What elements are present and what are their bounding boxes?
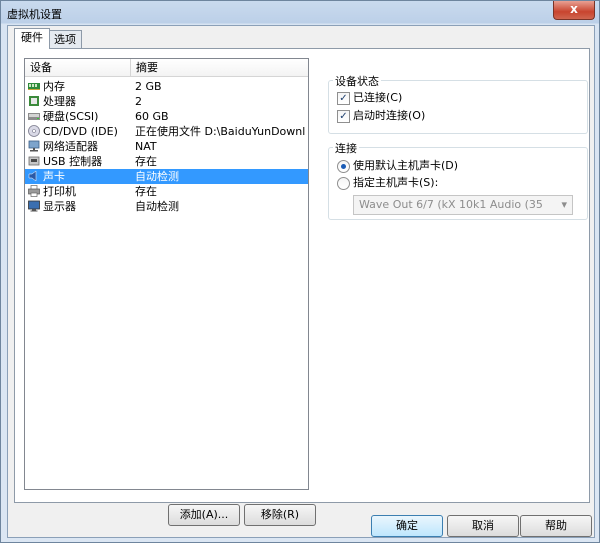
device-name: CD/DVD (IDE) (43, 125, 118, 138)
host-sound-card-value: Wave Out 6/7 (kX 10k1 Audio (35 (359, 198, 543, 211)
device-row-printer[interactable]: 打印机 存在 (25, 184, 308, 199)
device-summary: 自动检测 (135, 200, 179, 213)
column-header-device[interactable]: 设备 (25, 59, 131, 77)
title-bar[interactable]: 虚拟机设置 x (1, 1, 599, 25)
cd-dvd-icon (28, 125, 40, 137)
device-name: 打印机 (43, 185, 76, 198)
display-icon (28, 200, 40, 212)
device-name: 网络适配器 (43, 140, 98, 153)
device-status-group: 设备状态 ✓ 已连接(C) ✓ 启动时连接(O) (328, 73, 588, 134)
chevron-down-icon[interactable]: ▾ (561, 196, 567, 214)
add-button[interactable]: 添加(A)... (168, 504, 240, 526)
hardware-panel: 设备 摘要 内存 2 GB 处理器 2 硬盘(SCSI) 60 GB CD/DV… (14, 48, 590, 526)
tab-options[interactable]: 选项 (48, 30, 82, 49)
hard-disk-icon (28, 113, 40, 120)
device-summary: 存在 (135, 155, 157, 168)
device-row-sound-card[interactable]: 声卡 自动检测 (25, 169, 308, 184)
device-status-title: 设备状态 (333, 73, 381, 89)
device-row-memory[interactable]: 内存 2 GB (25, 79, 308, 94)
window-title: 虚拟机设置 (7, 8, 62, 21)
column-header-summary[interactable]: 摘要 (131, 59, 308, 77)
device-list[interactable]: 设备 摘要 内存 2 GB 处理器 2 硬盘(SCSI) 60 GB CD/DV… (24, 58, 309, 490)
processor-icon (29, 96, 39, 106)
device-summary: 正在使用文件 D:\BaiduYunDownloa... (135, 125, 305, 138)
device-summary: 2 GB (135, 80, 162, 93)
connected-label: 已连接(C) (353, 91, 403, 104)
close-icon[interactable]: x (570, 2, 578, 16)
device-summary: 自动检测 (135, 170, 179, 183)
radio-icon[interactable] (337, 160, 350, 173)
network-adapter-icon (28, 140, 40, 152)
device-name: 处理器 (43, 95, 76, 108)
settings-window: 虚拟机设置 x 硬件 选项 设备 摘要 内存 2 GB 处理器 2 硬盘(SCS… (0, 0, 600, 543)
checkbox-check-icon[interactable]: ✓ (337, 110, 350, 123)
connection-title: 连接 (333, 140, 359, 156)
device-row-network-adapter[interactable]: 网络适配器 NAT (25, 139, 308, 154)
device-name: 显示器 (43, 200, 76, 213)
device-name: 声卡 (43, 170, 65, 183)
printer-icon (28, 185, 40, 197)
connect-at-power-on-label: 启动时连接(O) (353, 109, 426, 122)
close-button[interactable]: x (553, 1, 595, 20)
device-summary: 2 (135, 95, 142, 108)
use-default-sound-card-label: 使用默认主机声卡(D) (353, 159, 459, 172)
device-name: USB 控制器 (43, 155, 103, 168)
tab-options-label: 选项 (54, 33, 76, 46)
ok-button[interactable]: 确定 (371, 515, 443, 537)
device-row-cd-dvd[interactable]: CD/DVD (IDE) 正在使用文件 D:\BaiduYunDownloa..… (25, 124, 308, 139)
device-row-display[interactable]: 显示器 自动检测 (25, 199, 308, 214)
usb-controller-icon (28, 156, 40, 166)
remove-button[interactable]: 移除(R) (244, 504, 316, 526)
cancel-button[interactable]: 取消 (447, 515, 519, 537)
checkbox-check-icon[interactable]: ✓ (337, 92, 350, 105)
device-row-hard-disk[interactable]: 硬盘(SCSI) 60 GB (25, 109, 308, 124)
memory-icon (28, 83, 40, 90)
device-summary: 60 GB (135, 110, 169, 123)
device-name: 内存 (43, 80, 65, 93)
device-row-usb-controller[interactable]: USB 控制器 存在 (25, 154, 308, 169)
device-summary: 存在 (135, 185, 157, 198)
radio-icon[interactable] (337, 177, 350, 190)
dialog-client: 硬件 选项 设备 摘要 内存 2 GB 处理器 2 硬盘(SCSI) 60 GB… (7, 25, 595, 538)
host-sound-card-select[interactable]: Wave Out 6/7 (kX 10k1 Audio (35 ▾ (353, 195, 573, 215)
connection-group: 连接 使用默认主机声卡(D) 指定主机声卡(S): Wave Out 6/7 (… (328, 140, 588, 220)
tab-hardware-label: 硬件 (21, 31, 43, 44)
device-summary: NAT (135, 140, 157, 153)
device-name: 硬盘(SCSI) (43, 110, 99, 123)
device-row-processor[interactable]: 处理器 2 (25, 94, 308, 109)
help-button[interactable]: 帮助 (520, 515, 592, 537)
specify-sound-card-label: 指定主机声卡(S): (353, 176, 439, 189)
tab-hardware[interactable]: 硬件 (14, 28, 50, 49)
sound-card-icon (28, 170, 37, 182)
